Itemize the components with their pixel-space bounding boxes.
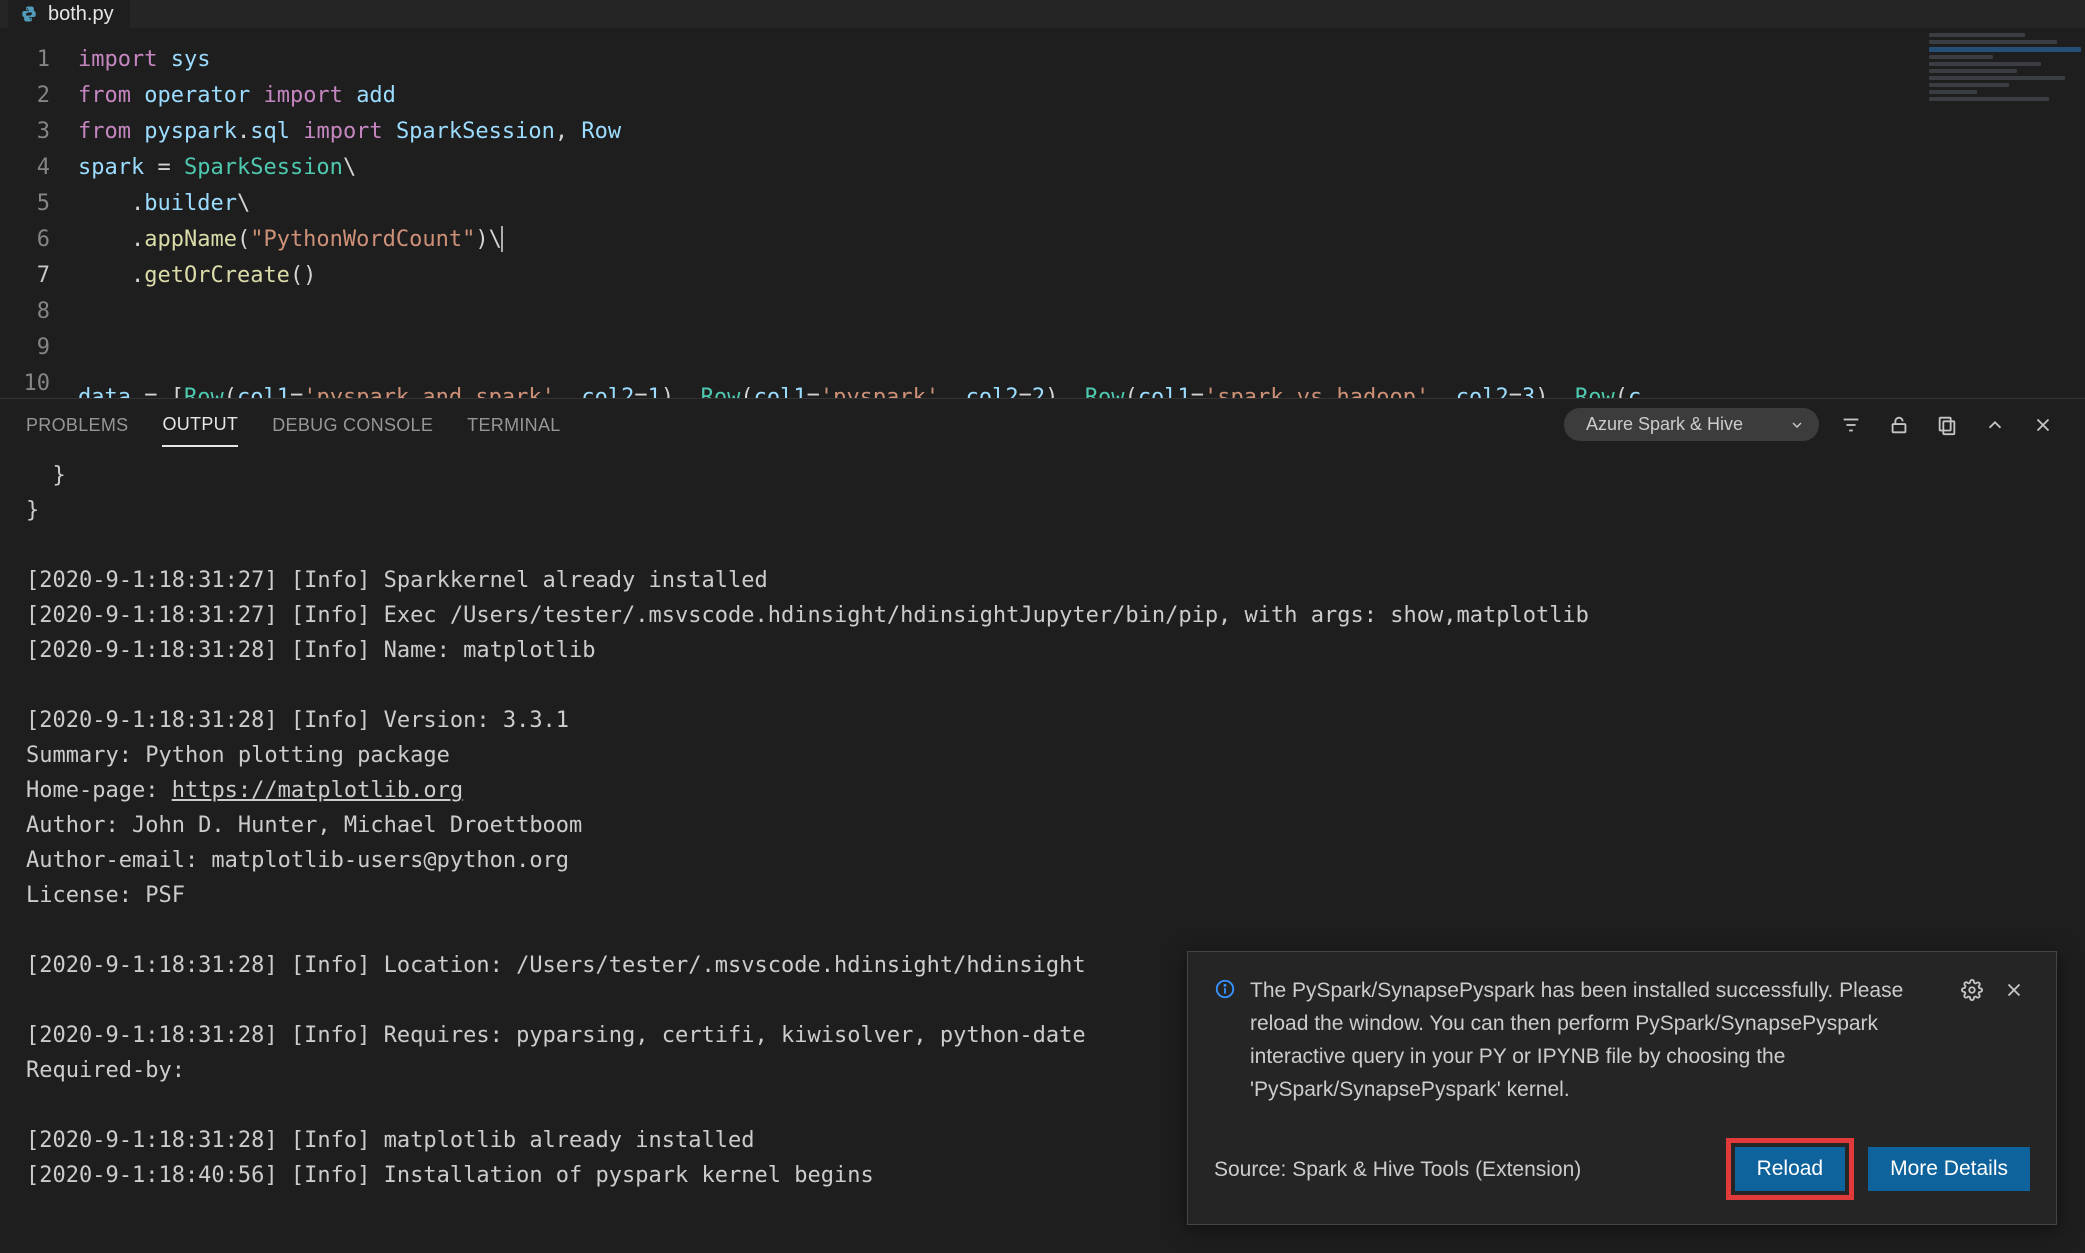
notification-toast: The PySpark/SynapsePyspark has been inst… xyxy=(1187,951,2057,1225)
reload-button[interactable]: Reload xyxy=(1735,1147,1846,1191)
dropdown-value: Azure Spark & Hive xyxy=(1586,414,1743,435)
python-icon xyxy=(20,5,38,23)
code-editor[interactable]: 12345678910 import sysfrom operator impo… xyxy=(0,28,2085,398)
filter-icon[interactable] xyxy=(1835,409,1867,441)
chevron-down-icon xyxy=(1789,417,1805,433)
output-line: Summary: Python plotting package xyxy=(26,738,2059,773)
output-line: [2020-9-1:18:31:27] [Info] Exec /Users/t… xyxy=(26,598,2059,633)
minimap[interactable] xyxy=(1923,30,2083,150)
output-line xyxy=(26,913,2059,948)
line-number: 5 xyxy=(0,186,50,222)
chevron-up-icon[interactable] xyxy=(1979,409,2011,441)
line-number: 3 xyxy=(0,114,50,150)
line-number: 2 xyxy=(0,78,50,114)
line-number: 6 xyxy=(0,222,50,258)
output-line: [2020-9-1:18:31:28] [Info] Version: 3.3.… xyxy=(26,703,2059,738)
clear-icon[interactable] xyxy=(1931,409,1963,441)
line-number: 9 xyxy=(0,330,50,366)
output-line: License: PSF xyxy=(26,878,2059,913)
output-line: [2020-9-1:18:31:28] [Info] Name: matplot… xyxy=(26,633,2059,668)
line-number: 4 xyxy=(0,150,50,186)
line-number: 10 xyxy=(0,366,50,398)
close-notification-icon[interactable] xyxy=(1998,974,2030,1006)
output-line xyxy=(26,668,2059,703)
line-number: 1 xyxy=(0,42,50,78)
close-panel-icon[interactable] xyxy=(2027,409,2059,441)
editor-tab-label: both.py xyxy=(48,3,114,26)
notification-message: The PySpark/SynapsePyspark has been inst… xyxy=(1250,974,1942,1106)
output-line: } xyxy=(26,458,2059,493)
output-line: [2020-9-1:18:31:27] [Info] Sparkkernel a… xyxy=(26,563,2059,598)
more-details-button[interactable]: More Details xyxy=(1868,1147,2030,1191)
line-gutter: 12345678910 xyxy=(0,28,78,398)
panel-tab-debug-console[interactable]: DEBUG CONSOLE xyxy=(272,403,433,446)
output-line: Author: John D. Hunter, Michael Droettbo… xyxy=(26,808,2059,843)
panel-header: PROBLEMS OUTPUT DEBUG CONSOLE TERMINAL Azur… xyxy=(0,398,2085,450)
reload-highlight: Reload xyxy=(1726,1138,1855,1200)
editor-tab-bar: both.py xyxy=(0,0,2085,28)
panel-tab-terminal[interactable]: TERMINAL xyxy=(467,403,560,446)
output-line: } xyxy=(26,493,2059,528)
panel-tab-problems[interactable]: PROBLEMS xyxy=(26,403,128,446)
notification-source: Source: Spark & Hive Tools (Extension) xyxy=(1214,1153,1712,1186)
output-line: Author-email: matplotlib-users@python.or… xyxy=(26,843,2059,878)
panel-tab-output[interactable]: OUTPUT xyxy=(162,402,238,447)
line-number: 8 xyxy=(0,294,50,330)
editor-tab-active[interactable]: both.py xyxy=(8,0,130,28)
lock-icon[interactable] xyxy=(1883,409,1915,441)
line-number: 7 xyxy=(0,258,50,294)
output-channel-dropdown[interactable]: Azure Spark & Hive xyxy=(1564,408,1819,441)
partial-line: data = [Row(col1='pyspark and spark', co… xyxy=(78,380,2085,398)
info-icon xyxy=(1214,978,1236,1000)
gear-icon[interactable] xyxy=(1956,974,1988,1006)
output-line: Home-page: https://matplotlib.org xyxy=(26,773,2059,808)
output-line xyxy=(26,528,2059,563)
output-link[interactable]: https://matplotlib.org xyxy=(172,778,463,803)
code-content[interactable]: import sysfrom operator import addfrom p… xyxy=(78,28,2085,398)
